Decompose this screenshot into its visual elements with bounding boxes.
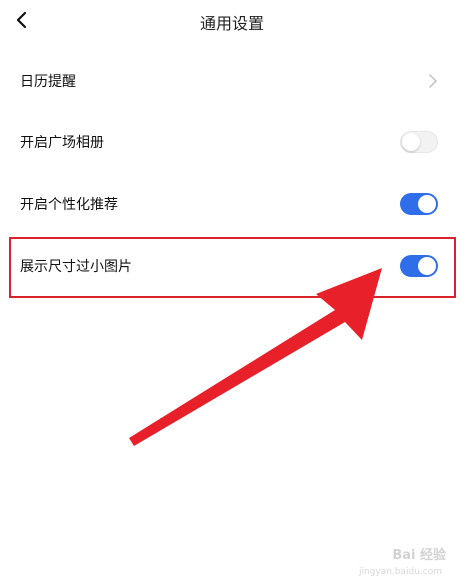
toggle-knob [402,133,420,151]
baidu-watermark: Bai 经验 jingyan.baidu.com [348,547,458,583]
setting-label: 日历提醒 [20,74,76,90]
chevron-right-icon [429,74,437,88]
personalized-recommendation-toggle[interactable] [400,193,438,215]
page-title: 通用设置 [199,14,264,33]
header-bar: 通用设置 [0,0,464,44]
toggle-knob [418,195,436,213]
square-album-toggle[interactable] [400,131,438,153]
annotation-arrow [129,268,382,446]
watermark-subtext: jingyan.baidu.com [358,567,442,577]
setting-row-personalized-recommendation: 开启个性化推荐 [0,184,464,224]
setting-row-square-album: 开启广场相册 [0,122,464,162]
watermark-text: Bai 经验 [392,548,446,563]
setting-label: 开启广场相册 [20,135,104,151]
setting-row-calendar-reminder[interactable]: 日历提醒 [0,61,464,101]
setting-label: 开启个性化推荐 [20,197,118,213]
